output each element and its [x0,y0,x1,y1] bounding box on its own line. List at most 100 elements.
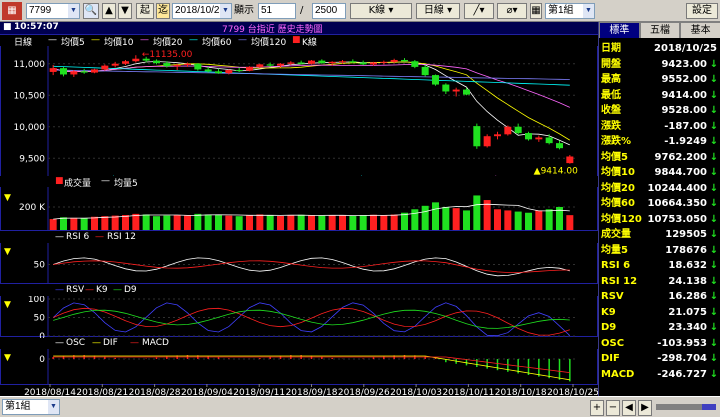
legend-rsv: RSV [66,285,85,295]
display-label: 顯示 [234,5,254,16]
scroll-left-icon[interactable]: ◀ [622,400,636,416]
down-arrow-icon: ↓ [709,260,719,271]
quote-label: 均價60 [601,198,635,209]
scrollbar-track[interactable] [656,404,716,410]
settings-button[interactable]: 設定 [686,3,718,19]
chevron-down-icon[interactable]: ▼ [48,400,59,414]
date-tick-label: 2018/09/18 [286,388,338,396]
collapse-arrow-icon: ▼ [4,353,11,363]
display-count-input[interactable]: 51 [258,3,296,19]
down-arrow-icon: ↓ [709,244,719,256]
quote-tabs: 標準 五檔 基本 [599,22,720,38]
rsi-tick-label: 50 [34,261,46,271]
tab-five-levels[interactable]: 五檔 [639,22,681,38]
clock-icon: ■ [3,22,12,32]
down-arrow-icon: ↓ [709,151,719,163]
date-tick-label: 2018/10/11 [442,388,494,396]
quote-value: 2018/10/25 [654,43,717,54]
group-select[interactable]: 第1組 ▼ [2,399,60,415]
volume-bar [421,205,429,230]
quote-label: 均價10 [601,167,635,178]
kline-menu-button[interactable]: K線 ▾ [350,3,412,19]
volume-bar [194,213,202,230]
candle [70,71,78,75]
start-button[interactable]: 起 [136,3,154,19]
date-value: 2018/10/25 [175,5,226,16]
volume-bar [297,214,305,230]
draw-line-icon[interactable]: ╱▾ [464,3,494,19]
group-value: 第1組 [5,401,31,412]
candle [494,134,501,137]
quote-value: 24.138 [668,275,707,287]
chevron-down-icon[interactable]: ▼ [220,4,231,18]
app-logo-icon: ▦ [2,2,22,20]
ma5-line [53,61,570,146]
kd-tick-label: 50 [34,314,46,324]
quote-label: 均價5 [601,151,628,163]
scrollbar-thumb[interactable] [702,404,716,410]
kline-menu-label: K線 [368,5,386,16]
quote-label: K9 [601,306,616,318]
kd-tick-label: 100 [28,295,45,305]
quote-label: D9 [601,322,617,333]
quote-label: RSV [601,291,624,302]
candle [204,69,212,72]
legend-rsv-swatch: — [55,285,64,295]
legend-ma20: 均價20 [153,38,183,48]
volume-bar [308,215,315,230]
candle [514,126,522,134]
candle [266,64,274,66]
total-count-input[interactable]: 2500 [312,3,346,19]
chevron-down-icon[interactable]: ▼ [583,4,594,18]
quote-value: 10664.350 [647,198,707,209]
grid-icon[interactable]: ▦ [530,3,542,19]
zoom-in-icon[interactable]: + [590,400,604,416]
legend-dif: DIF [103,338,118,348]
chevron-down-icon[interactable]: ▼ [68,4,79,18]
scroll-right-icon[interactable]: ▶ [638,400,652,416]
legend-rsi6-swatch: — [55,232,64,242]
candle [566,156,574,164]
quote-row: 最低 9414.00 ↓ [601,89,719,104]
down-arrow-icon: ↓ [709,229,719,240]
quote-label: OSC [601,337,625,349]
down-arrow-icon: ↓ [709,89,719,101]
tab-basic[interactable]: 基本 [680,22,720,38]
candle [163,63,171,67]
candle [277,63,284,66]
search-icon[interactable]: 🔍 [83,3,99,19]
tab-standard[interactable]: 標準 [599,22,640,38]
prev-button[interactable]: ▲ [102,3,116,19]
quote-row: K9 21.075 ↓ [601,306,719,321]
volume-bar [545,209,553,230]
candle [122,61,129,64]
volume-bar [80,218,88,230]
bottom-bar: 第1組 ▼ + − ◀ ▶ [0,396,720,417]
volume-bar [349,215,357,230]
legend-ma5-swatch: — [48,35,57,45]
next-button[interactable]: ▼ [118,3,132,19]
legend-ma10: 均價10 [104,38,134,48]
candle [545,137,553,144]
date-input[interactable]: 2018/10/25 ▼ [172,3,232,19]
date-tick-label: 2018/09/11 [233,388,285,396]
symbol-input[interactable]: 7799 ▼ [26,3,80,19]
layout-select[interactable]: 第1組 ▼ [545,3,595,19]
zoom-out-icon[interactable]: − [606,400,620,416]
legend-osc: OSC [66,338,86,348]
volume-legend: ■ 成交量 — 均量5 [0,176,598,189]
quote-value: -246.727 [657,368,707,380]
eraser-icon[interactable]: ⌀▾ [497,3,527,19]
end-button[interactable]: 迄 [156,3,170,19]
quote-value: 10244.400 [647,182,707,194]
candle [370,62,377,65]
quote-row: 開盤 9423.00 ↓ [601,58,719,73]
candle [525,133,532,140]
volume-bar [339,215,346,230]
candle [308,60,315,64]
volume-bar [235,216,243,230]
candle [442,84,450,92]
volume-bar [473,195,481,230]
legend-rsi12-swatch: — [95,232,104,242]
period-menu-button[interactable]: 日線 ▾ [416,3,460,19]
